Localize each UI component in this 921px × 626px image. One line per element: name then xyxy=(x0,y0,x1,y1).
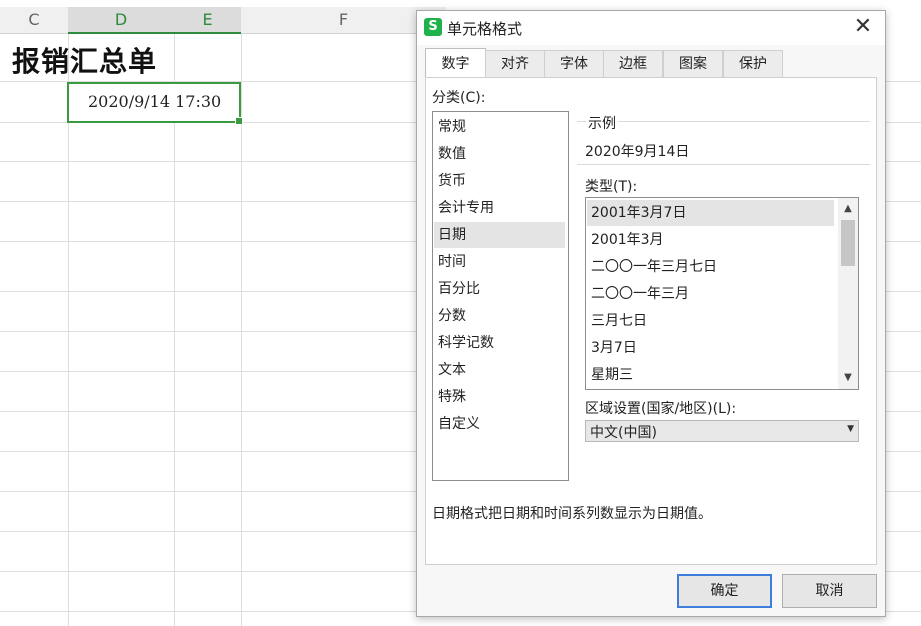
sample-value: 2020年9月14日 xyxy=(585,144,690,160)
close-icon: ✕ xyxy=(853,14,873,39)
tab-pattern[interactable]: 图案 xyxy=(663,50,723,78)
type-list-scrollbar[interactable]: ▲ ▼ xyxy=(838,198,858,389)
type-item[interactable]: 三月七日 xyxy=(587,308,834,334)
column-header-label: E xyxy=(202,10,213,29)
column-header-d[interactable]: D xyxy=(68,7,174,34)
cancel-button[interactable]: 取消 xyxy=(782,574,877,608)
dropdown-arrow-icon: ▼ xyxy=(847,424,854,434)
region-label: 区域设置(国家/地区)(L): xyxy=(585,401,737,417)
category-item[interactable]: 货币 xyxy=(434,168,565,194)
ok-button[interactable]: 确定 xyxy=(677,574,772,608)
category-item-selected[interactable]: 日期 xyxy=(434,222,565,248)
category-item[interactable]: 时间 xyxy=(434,249,565,275)
category-item[interactable]: 数值 xyxy=(434,141,565,167)
dialog-title: 单元格格式 xyxy=(447,20,523,38)
category-list[interactable]: 常规 数值 货币 会计专用 日期 时间 百分比 分数 科学记数 文本 特殊 自定… xyxy=(432,111,569,481)
type-item[interactable]: 3月7日 xyxy=(587,335,834,361)
dialog-titlebar[interactable]: S 单元格格式 ✕ xyxy=(417,11,885,45)
category-item[interactable]: 自定义 xyxy=(434,411,565,437)
scroll-up-icon[interactable]: ▲ xyxy=(838,199,858,219)
wps-app-icon: S xyxy=(424,18,442,36)
tab-border[interactable]: 边框 xyxy=(603,50,663,78)
sheet-title: 报销汇总单 xyxy=(12,45,158,78)
category-item[interactable]: 文本 xyxy=(434,357,565,383)
column-header-c[interactable]: C xyxy=(0,7,68,34)
tab-protection[interactable]: 保护 xyxy=(723,50,783,78)
type-label: 类型(T): xyxy=(585,179,638,195)
region-select[interactable]: 中文(中国) ▼ xyxy=(585,420,859,442)
scroll-thumb[interactable] xyxy=(841,220,855,266)
format-description: 日期格式把日期和时间系列数显示为日期值。 xyxy=(432,506,712,522)
column-header-label: D xyxy=(114,10,128,29)
category-item[interactable]: 特殊 xyxy=(434,384,565,410)
cell-value: 2020/9/14 17:30 xyxy=(88,92,222,111)
tab-alignment[interactable]: 对齐 xyxy=(485,50,545,78)
format-cells-dialog: S 单元格格式 ✕ 数字 对齐 字体 边框 图案 保护 分类(C): 常规 数值… xyxy=(416,10,886,617)
type-item-selected[interactable]: 2001年3月7日 xyxy=(587,200,834,226)
scroll-down-icon[interactable]: ▼ xyxy=(838,368,858,388)
category-item[interactable]: 百分比 xyxy=(434,276,565,302)
column-header-e[interactable]: E xyxy=(174,7,241,34)
close-button[interactable]: ✕ xyxy=(851,14,875,40)
region-select-value: 中文(中国) xyxy=(590,425,657,441)
fill-handle[interactable] xyxy=(235,117,243,125)
type-item[interactable]: 星期三 xyxy=(587,362,834,388)
category-item[interactable]: 分数 xyxy=(434,303,565,329)
type-item[interactable]: 2001年3月 xyxy=(587,227,834,253)
type-list[interactable]: 2001年3月7日 2001年3月 二〇〇一年三月七日 二〇〇一年三月 三月七日… xyxy=(585,197,859,390)
tab-number[interactable]: 数字 xyxy=(425,48,486,78)
column-header-label: C xyxy=(28,10,40,29)
type-item[interactable]: 二〇〇一年三月 xyxy=(587,281,834,307)
type-item[interactable]: 二〇〇一年三月七日 xyxy=(587,254,834,280)
category-label: 分类(C): xyxy=(432,90,486,106)
sample-label: 示例 xyxy=(586,113,618,133)
tab-font[interactable]: 字体 xyxy=(544,50,604,78)
column-header-label: F xyxy=(338,10,349,29)
category-item[interactable]: 科学记数 xyxy=(434,330,565,356)
category-item[interactable]: 常规 xyxy=(434,114,565,140)
category-item[interactable]: 会计专用 xyxy=(434,195,565,221)
